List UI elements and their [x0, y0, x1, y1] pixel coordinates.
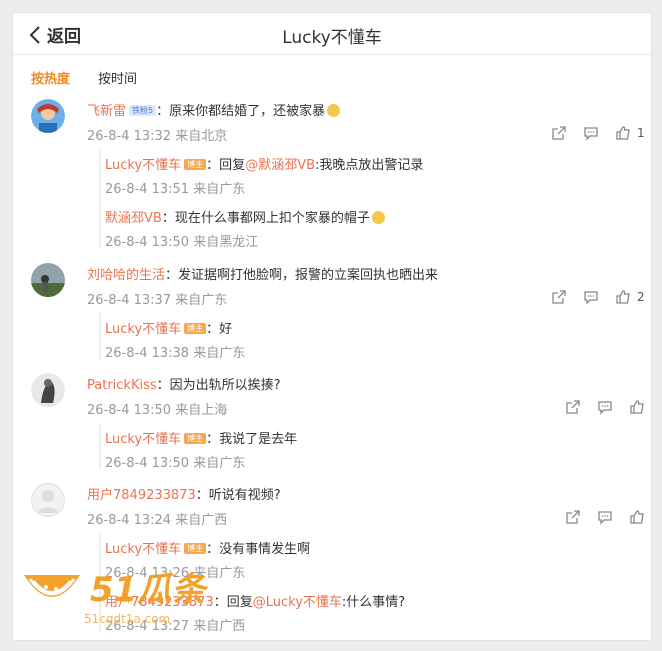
reply-username[interactable]: Lucky不懂车 [105, 158, 181, 173]
laugh-emoji-icon [327, 104, 341, 117]
site-watermark: 51瓜条 [20, 562, 205, 611]
mention-link[interactable]: @默涵邳VB [245, 158, 315, 173]
comment-meta: 26-8-4 13:50 来自上海 [87, 403, 228, 418]
comments-panel: 返回 Lucky不懂车 按热度 按时间 飞新雷 铁粉5 ：原来你都结婚了，还被家暴 … [12, 12, 652, 641]
reply-username[interactable]: Lucky不懂车 [105, 542, 181, 557]
reply-text: ：我说了是去年 [206, 432, 298, 447]
avatar[interactable] [31, 373, 65, 407]
thumbs-up-icon [630, 510, 644, 524]
comment-text: ：原来你都结婚了，还被家暴 [156, 104, 326, 119]
author-badge: 博主 [184, 433, 207, 444]
comment-username[interactable]: PatrickKiss [87, 378, 157, 393]
comment-meta: 26-8-4 13:32 来自北京 [87, 129, 228, 144]
share-button[interactable] [551, 125, 567, 141]
watermelon-logo-icon [24, 574, 80, 597]
reply-text-rest: :我晚点放出警记录 [315, 158, 424, 173]
thumbs-up-icon [616, 290, 630, 304]
share-icon [552, 126, 566, 140]
reply-button[interactable] [597, 509, 613, 525]
share-icon [566, 510, 580, 524]
reply-meta: 26-8-4 13:50 来自黑龙江 [105, 235, 259, 250]
avatar[interactable] [31, 99, 65, 133]
like-count: 2 [637, 290, 645, 304]
avatar[interactable] [31, 263, 65, 297]
tab-hot[interactable]: 按热度 [31, 68, 70, 87]
reply-username[interactable]: Lucky不懂车 [105, 432, 181, 447]
watermark-url: 51cgdt1a.com [84, 612, 171, 626]
author-badge: 博主 [184, 543, 207, 554]
share-button[interactable] [565, 509, 581, 525]
thumbs-up-icon [616, 126, 630, 140]
share-icon [552, 290, 566, 304]
reply-text: ：好 [206, 322, 233, 337]
reply-thread: Lucky不懂车 博主 ：回复@默涵邳VB:我晚点放出警记录 26-8-4 13:5… [99, 149, 641, 250]
comment-username[interactable]: 刘哈哈的生活 [87, 268, 165, 283]
reply-text: ：现在什么事都网上扣个家暴的帽子 [161, 211, 370, 226]
reply-text: ：回复 [206, 158, 246, 173]
reply-username[interactable]: 默涵邳VB [105, 211, 162, 226]
reply-button[interactable] [583, 125, 599, 141]
comment-item: 刘哈哈的生活：发证据啊打他脸啊，报警的立案回执也晒出来 26-8-4 13:37… [31, 263, 645, 363]
reply-meta: 26-8-4 13:38 来自广东 [105, 346, 246, 361]
emoji-icon [371, 211, 385, 224]
like-button[interactable]: 1 [615, 125, 645, 141]
like-button[interactable] [629, 399, 645, 415]
share-icon [566, 400, 580, 414]
reply-text: ：回复 [213, 595, 253, 610]
comment-icon [584, 127, 598, 141]
comment-icon [584, 291, 598, 305]
share-button[interactable] [565, 399, 581, 415]
reply-thread: Lucky不懂车 博主 ：我说了是去年 26-8-4 13:50 来自广东 [99, 423, 641, 471]
comment-icon [598, 511, 612, 525]
thumbs-up-icon [630, 400, 644, 414]
top-bar: 返回 Lucky不懂车 [13, 13, 651, 55]
reply-meta: 26-8-4 13:51 来自广东 [105, 182, 246, 197]
like-button[interactable]: 2 [615, 289, 645, 305]
comment-meta: 26-8-4 13:37 来自广东 [87, 293, 228, 308]
reply-thread: Lucky不懂车 博主 ：好 26-8-4 13:38 来自广东 [99, 313, 641, 361]
page-title: Lucky不懂车 [282, 28, 382, 48]
tab-time[interactable]: 按时间 [98, 68, 137, 87]
sort-tabs: 按热度 按时间 [31, 68, 137, 87]
watermark-text: 51瓜条 [90, 570, 206, 610]
comment-username[interactable]: 用户7849233873 [87, 488, 196, 503]
comment-username[interactable]: 飞新雷 [87, 104, 126, 119]
comment-text: ：因为出轨所以挨揍? [156, 378, 281, 393]
comment-text: ：发证据啊打他脸啊，报警的立案回执也晒出来 [165, 268, 439, 283]
author-badge: 博主 [184, 159, 207, 170]
like-button[interactable] [629, 509, 645, 525]
comment-icon [598, 401, 612, 415]
reply-username[interactable]: Lucky不懂车 [105, 322, 181, 337]
mention-link[interactable]: @Lucky不懂车 [253, 595, 342, 610]
share-button[interactable] [551, 289, 567, 305]
author-badge: 博主 [184, 323, 207, 334]
reply-text: ：没有事情发生啊 [206, 542, 311, 557]
like-count: 1 [637, 126, 645, 140]
comment-item: PatrickKiss：因为出轨所以挨揍? 26-8-4 13:50 来自上海 … [31, 373, 644, 473]
comment-item: 飞新雷 铁粉5 ：原来你都结婚了，还被家暴 26-8-4 13:32 来自北京 1 … [31, 99, 645, 250]
avatar[interactable] [31, 483, 65, 517]
reply-button[interactable] [597, 399, 613, 415]
reply-button[interactable] [583, 289, 599, 305]
comment-meta: 26-8-4 13:24 来自广西 [87, 513, 228, 528]
reply-meta: 26-8-4 13:50 来自广东 [105, 456, 246, 471]
fan-badge: 铁粉5 [129, 105, 157, 116]
reply-text-rest: :什么事情? [341, 595, 406, 610]
comment-text: ：听说有视频? [195, 488, 281, 503]
